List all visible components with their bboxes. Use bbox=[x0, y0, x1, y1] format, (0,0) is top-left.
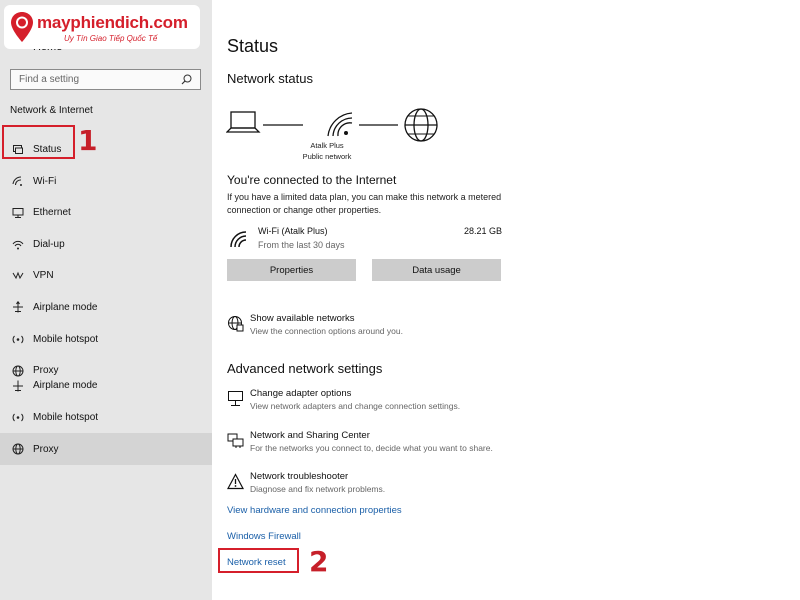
vpn-icon bbox=[11, 269, 24, 282]
option-description: View the connection options around you. bbox=[250, 326, 403, 336]
search-input[interactable] bbox=[19, 74, 169, 85]
sidebar-item-airplane-mode[interactable]: Airplane mode bbox=[0, 293, 212, 321]
advanced-settings-heading: Advanced network settings bbox=[227, 361, 383, 376]
annotation-box-status bbox=[2, 125, 75, 159]
brand-name: mayphiendich.com bbox=[37, 13, 188, 32]
airplane-icon bbox=[11, 379, 24, 392]
sidebar-item-label: Mobile hotspot bbox=[33, 333, 99, 345]
network-sharing-center[interactable]: Network and Sharing Center For the netwo… bbox=[227, 430, 527, 460]
sidebar-item-proxy-overlap[interactable]: Proxy Airplane mode bbox=[0, 363, 212, 393]
option-title: Network and Sharing Center bbox=[250, 430, 370, 441]
sidebar: Home Network & Internet Status Wi-Fi Eth… bbox=[0, 0, 212, 600]
dialup-icon bbox=[11, 238, 24, 251]
sidebar-item-label: Proxy bbox=[33, 365, 59, 376]
network-globe-icon bbox=[228, 316, 244, 332]
sidebar-item-airplane-mode-2[interactable]: Airplane mode bbox=[0, 378, 212, 393]
sidebar-item-label: Airplane mode bbox=[33, 380, 98, 391]
adapter-icon bbox=[228, 391, 243, 406]
sidebar-item-wifi[interactable]: Wi-Fi bbox=[0, 167, 212, 195]
show-available-networks[interactable]: Show available networks View the connect… bbox=[227, 313, 527, 343]
option-description: View network adapters and change connect… bbox=[250, 401, 461, 411]
connected-heading: You're connected to the Internet bbox=[227, 173, 397, 187]
network-type: Public network bbox=[302, 152, 352, 161]
sidebar-item-mobile-hotspot[interactable]: Mobile hotspot bbox=[0, 325, 212, 353]
wifi-name: Wi-Fi (Atalk Plus) bbox=[258, 226, 328, 236]
data-usage-button[interactable]: Data usage bbox=[372, 259, 501, 281]
page-title: Status bbox=[227, 36, 279, 56]
wifi-icon bbox=[11, 175, 24, 188]
sidebar-item-label: Mobile hotspot bbox=[33, 411, 99, 423]
sidebar-item-proxy[interactable]: Proxy bbox=[0, 363, 212, 378]
sidebar-item-label: Wi-Fi bbox=[33, 175, 57, 187]
main-content: Status Network status Atalk Plus Public … bbox=[212, 0, 800, 600]
annotation-number-2: 2 bbox=[309, 545, 329, 578]
annotation-box-network-reset bbox=[218, 548, 299, 573]
sidebar-item-vpn[interactable]: VPN bbox=[0, 261, 212, 289]
properties-button[interactable]: Properties bbox=[227, 259, 356, 281]
laptop-icon bbox=[226, 111, 261, 133]
search-icon bbox=[181, 74, 192, 85]
option-description: For the networks you connect to, decide … bbox=[250, 443, 493, 453]
globe-icon bbox=[11, 364, 24, 377]
wifi-period: From the last 30 days bbox=[258, 240, 345, 250]
airplane-icon bbox=[11, 301, 24, 314]
option-title: Show available networks bbox=[250, 313, 355, 324]
wifi-usage: 28.21 GB bbox=[463, 226, 502, 236]
sidebar-item-mobile-hotspot-2[interactable]: Mobile hotspot bbox=[0, 403, 212, 431]
sidebar-item-proxy-selected[interactable]: Proxy bbox=[0, 433, 212, 465]
section-title: Network & Internet bbox=[10, 105, 93, 116]
sidebar-item-label: Dial-up bbox=[33, 238, 65, 250]
internet-globe-icon bbox=[404, 108, 438, 142]
hotspot-icon bbox=[11, 411, 24, 424]
option-description: Diagnose and fix network problems. bbox=[250, 484, 386, 494]
windows-firewall-link[interactable]: Windows Firewall bbox=[227, 531, 301, 542]
network-status-heading: Network status bbox=[227, 71, 313, 86]
location-pin-icon bbox=[11, 12, 33, 42]
brand-tagline: Uy Tín Giao Tiếp Quốc Tế bbox=[64, 34, 158, 43]
hardware-properties-link[interactable]: View hardware and connection properties bbox=[227, 505, 402, 516]
sidebar-item-label: Ethernet bbox=[33, 206, 71, 218]
network-name: Atalk Plus bbox=[310, 141, 344, 150]
sidebar-item-dialup[interactable]: Dial-up bbox=[0, 230, 212, 258]
network-troubleshooter[interactable]: Network troubleshooter Diagnose and fix … bbox=[227, 471, 527, 501]
option-title: Network troubleshooter bbox=[250, 471, 349, 482]
wifi-signal-icon bbox=[230, 231, 247, 248]
network-caption: Atalk Plus Public network bbox=[282, 140, 372, 162]
sidebar-item-label: VPN bbox=[33, 269, 54, 281]
wifi-signal-icon bbox=[327, 112, 353, 137]
annotation-number-1: 1 bbox=[78, 124, 98, 157]
brand-logo: mayphiendich.com Uy Tín Giao Tiếp Quốc T… bbox=[4, 5, 200, 49]
option-title: Change adapter options bbox=[250, 388, 352, 399]
wifi-connection-row: Wi-Fi (Atalk Plus) From the last 30 days… bbox=[227, 226, 502, 254]
warning-icon bbox=[227, 473, 244, 490]
sidebar-item-label: Proxy bbox=[33, 443, 59, 455]
hotspot-icon bbox=[11, 333, 24, 346]
ethernet-icon bbox=[11, 206, 24, 219]
sidebar-item-ethernet[interactable]: Ethernet bbox=[0, 198, 212, 226]
sidebar-item-label: Airplane mode bbox=[33, 301, 98, 313]
globe-icon bbox=[11, 443, 24, 456]
sharing-center-icon bbox=[227, 433, 244, 448]
change-adapter-options[interactable]: Change adapter options View network adap… bbox=[227, 388, 527, 418]
search-box[interactable] bbox=[10, 69, 201, 90]
connected-description: If you have a limited data plan, you can… bbox=[227, 192, 502, 215]
